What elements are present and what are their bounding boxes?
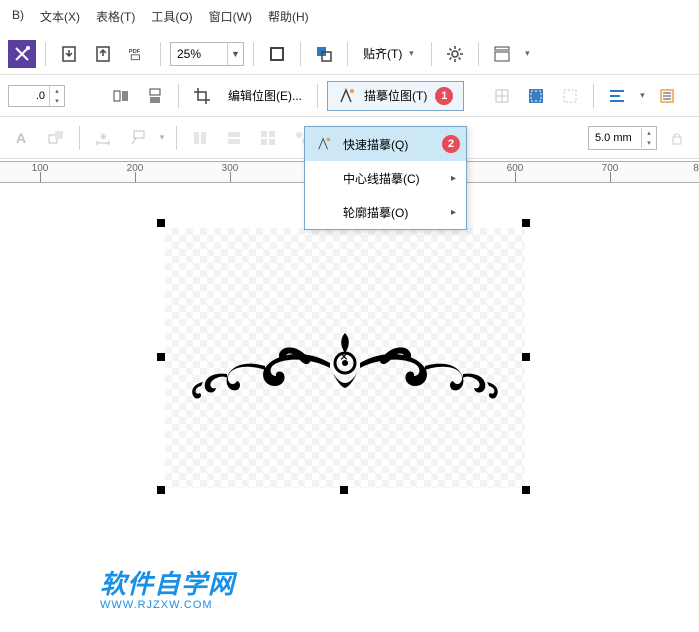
trace-icon (338, 87, 356, 105)
badge-2: 2 (442, 135, 460, 153)
resample-button[interactable] (488, 82, 516, 110)
overlap-button[interactable] (310, 40, 338, 68)
flip-h-button[interactable] (107, 82, 135, 110)
order-button[interactable] (42, 124, 70, 152)
selection-center[interactable]: × (340, 349, 348, 365)
submenu-arrow-icon: ▸ (451, 207, 456, 218)
menu-item-window[interactable]: 窗口(W) (209, 8, 252, 25)
wrap-button[interactable] (653, 82, 681, 110)
selection-handle[interactable] (157, 353, 165, 361)
ornament-graphic (155, 318, 535, 428)
menu-item-text[interactable]: 文本(X) (40, 8, 80, 25)
rotate-field[interactable]: ▴▾ (8, 85, 65, 107)
quick-trace-icon (315, 135, 333, 153)
dimension-button[interactable]: ⊕ (89, 124, 117, 152)
menubar: B) 文本(X) 表格(T) 工具(O) 窗口(W) 帮助(H) (0, 0, 699, 33)
menu-item-help[interactable]: 帮助(H) (268, 8, 309, 25)
settings-gear-button[interactable] (441, 40, 469, 68)
badge-1: 1 (435, 87, 453, 105)
callout-button[interactable] (123, 124, 151, 152)
align-button[interactable] (603, 82, 631, 110)
toolbar-main: PDF ▼ 贴齐(T) ▾ ▾ (0, 33, 699, 75)
selection-handle[interactable] (522, 219, 530, 227)
selection-handle[interactable] (157, 486, 165, 494)
watermark: 软件自学网 WWW.RJZXW.COM (100, 564, 235, 611)
export-button[interactable] (89, 40, 117, 68)
chevron-down-icon[interactable]: ▾ (522, 48, 532, 59)
text-a-button[interactable]: A (8, 124, 36, 152)
selection-handle[interactable] (157, 219, 165, 227)
trace-bitmap-button[interactable]: 描摹位图(T) 1 (327, 81, 464, 111)
menu-centerline-trace[interactable]: 中心线描摹(C) ▸ (305, 161, 466, 195)
crop-icon[interactable] (188, 82, 216, 110)
menu-outline-trace[interactable]: 轮廓描摹(O) ▸ (305, 195, 466, 229)
submenu-arrow-icon: ▸ (451, 173, 456, 184)
trace-dropdown-menu: 快速描摹(Q) 2 中心线描摹(C) ▸ 轮廓描摹(O) ▸ (304, 126, 467, 230)
bounding-button[interactable] (556, 82, 584, 110)
fullscreen-button[interactable] (263, 40, 291, 68)
menu-item-table[interactable]: 表格(T) (96, 8, 135, 25)
import-button[interactable] (55, 40, 83, 68)
svg-text:A: A (16, 130, 26, 146)
pdf-button[interactable]: PDF (123, 40, 151, 68)
zoom-dropdown-arrow[interactable]: ▼ (227, 43, 243, 65)
chevron-down-icon: ▾ (406, 48, 416, 59)
layout-button[interactable] (488, 40, 516, 68)
zoom-input[interactable]: ▼ (170, 42, 244, 66)
selection-handle[interactable] (522, 486, 530, 494)
outline-width-field[interactable]: ▴▾ (588, 126, 657, 150)
menu-item-tools[interactable]: 工具(O) (151, 8, 192, 25)
new-button[interactable] (8, 40, 36, 68)
menu-quick-trace[interactable]: 快速描摹(Q) 2 (305, 127, 466, 161)
svg-text:⊕: ⊕ (100, 132, 107, 141)
flip-v-button[interactable] (141, 82, 169, 110)
edit-bitmap-button[interactable]: 编辑位图(E)... (222, 82, 308, 110)
menu-item-b[interactable]: B) (12, 8, 24, 25)
toolbar-bitmap: ▴▾ 编辑位图(E)... 描摹位图(T) 1 ▾ (0, 75, 699, 117)
lock-icon[interactable] (663, 124, 691, 152)
marquee-button[interactable] (522, 82, 550, 110)
shape3-button[interactable] (254, 124, 282, 152)
shape1-button[interactable] (186, 124, 214, 152)
canvas[interactable]: × 软件自学网 WWW.RJZXW.COM (0, 183, 699, 623)
shape2-button[interactable] (220, 124, 248, 152)
snap-button[interactable]: 贴齐(T) ▾ (357, 40, 422, 68)
selection-handle[interactable] (522, 353, 530, 361)
selection-handle[interactable] (340, 486, 348, 494)
svg-text:PDF: PDF (129, 49, 141, 55)
